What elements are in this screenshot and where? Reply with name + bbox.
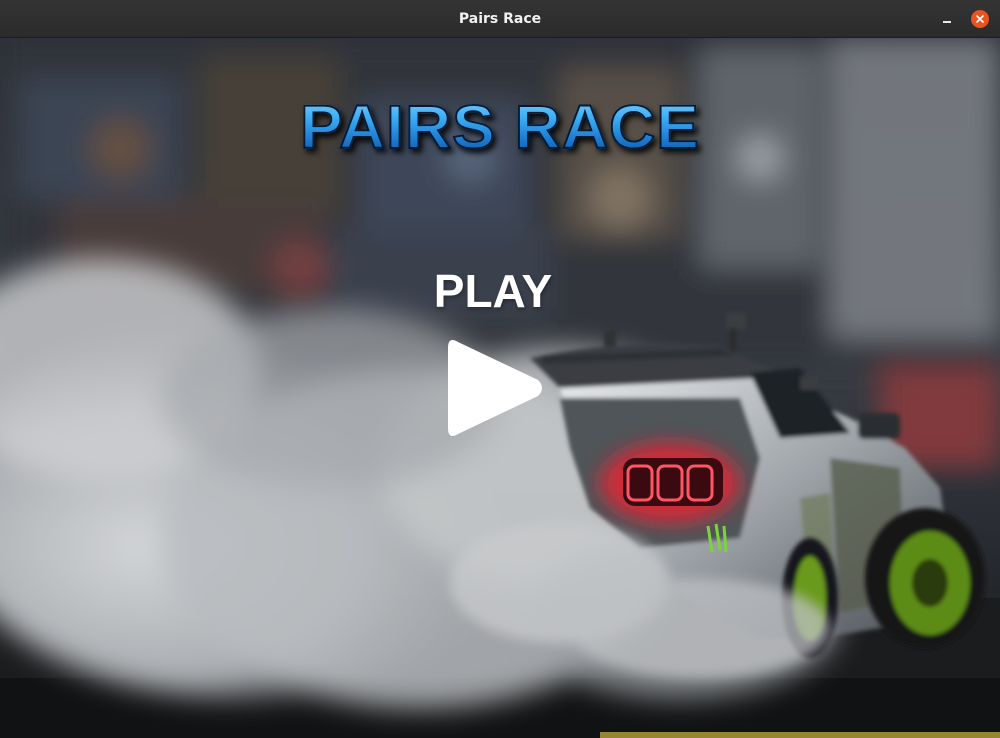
close-icon <box>976 15 984 23</box>
minimize-button[interactable] <box>936 9 958 29</box>
play-icon <box>448 340 542 436</box>
title-bar[interactable]: Pairs Race <box>0 0 1000 38</box>
window-title: Pairs Race <box>458 11 542 27</box>
close-button[interactable] <box>971 10 989 28</box>
game-screen: PAIRS RACE PLAY <box>0 38 1000 738</box>
play-label[interactable]: PLAY <box>393 264 593 318</box>
app-window: Pairs Race PAIRS RACE PLAY <box>0 0 1000 738</box>
play-button[interactable] <box>444 332 548 444</box>
game-logo: PAIRS RACE <box>299 92 700 162</box>
